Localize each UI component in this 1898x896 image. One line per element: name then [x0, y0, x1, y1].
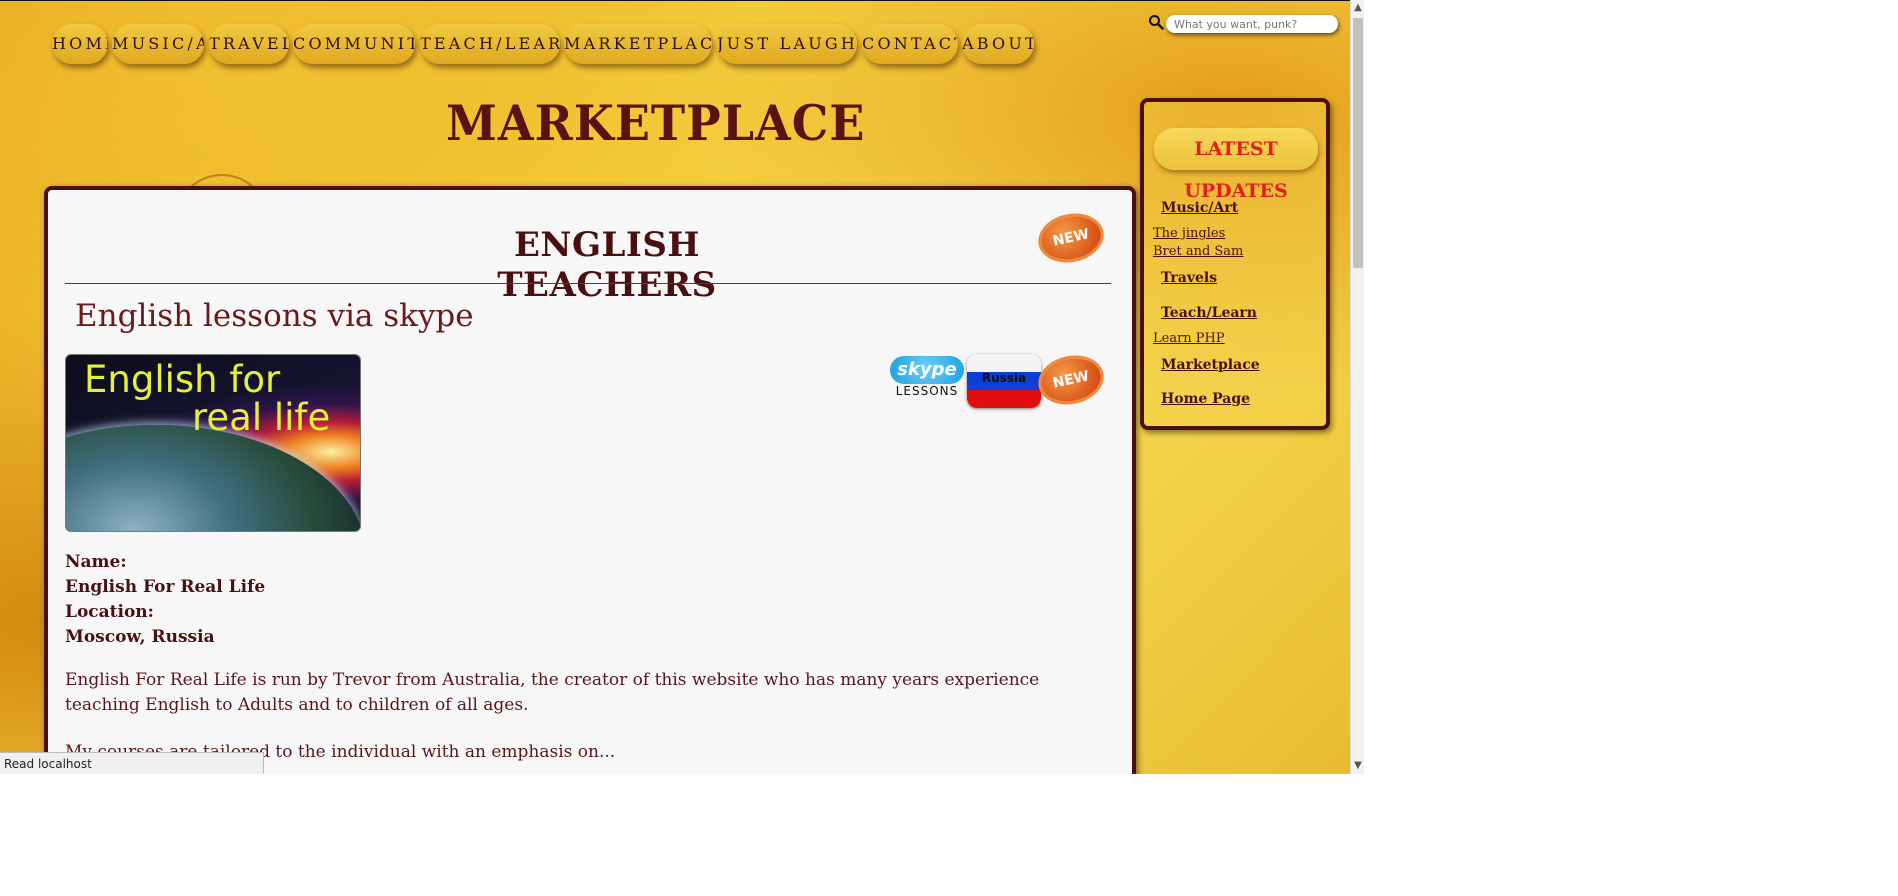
- new-badge-listing: NEW: [1037, 353, 1105, 407]
- sidebar-link-music-art[interactable]: Music/Art: [1161, 200, 1238, 216]
- sidebar-link-teach-learn[interactable]: Teach/Learn: [1161, 305, 1257, 321]
- hero-text-line2: real life: [192, 396, 331, 439]
- scroll-down-arrow-icon[interactable]: ▼: [1351, 758, 1364, 774]
- nav-contact[interactable]: CONTACT: [862, 24, 958, 64]
- scroll-up-arrow-icon[interactable]: ▲: [1351, 0, 1364, 16]
- nav-just-laughs[interactable]: JUST LAUGHS: [717, 24, 857, 64]
- section-title: ENGLISH TEACHERS: [497, 225, 717, 305]
- name-value: English For Real Life: [65, 577, 266, 597]
- browser-viewport: HOME MUSIC/ART TRAVELS COMMUNITY TEACH/L…: [0, 0, 1364, 774]
- nav-community[interactable]: COMMUNITY: [293, 24, 415, 64]
- sidebar-link-learn-php[interactable]: Learn PHP: [1153, 331, 1225, 346]
- sidebar-link-marketplace[interactable]: Marketplace: [1161, 357, 1260, 373]
- hero-text-line1: English for: [84, 358, 281, 401]
- description-paragraph: English For Real Life is run by Trevor f…: [65, 670, 1040, 715]
- english-for-real-life-image: English for real life: [65, 354, 361, 532]
- article-title: English lessons via skype: [75, 298, 474, 334]
- location-value: Moscow, Russia: [65, 627, 215, 647]
- sidebar-link-jingles[interactable]: The jingles: [1153, 226, 1225, 241]
- skype-lessons-caption: LESSONS: [895, 384, 959, 398]
- nav-music-art[interactable]: MUSIC/ART: [112, 24, 204, 64]
- sidebar-link-home-page[interactable]: Home Page: [1161, 391, 1250, 407]
- nav-teach-learn[interactable]: TEACH/LEARN: [420, 24, 560, 64]
- title-divider: [65, 283, 1111, 284]
- nav-travels[interactable]: TRAVELS: [209, 24, 289, 64]
- vertical-scrollbar[interactable]: ▲ ▼: [1350, 0, 1364, 774]
- russia-flag-label: Russia: [981, 371, 1027, 385]
- location-label: Location:: [65, 602, 154, 622]
- russia-flag-icon: Russia: [967, 354, 1041, 408]
- scrollbar-thumb[interactable]: [1353, 18, 1363, 268]
- new-badge: NEW: [1037, 211, 1105, 265]
- latest-updates-sidebar: LATEST UPDATES Music/Art The jingles Bre…: [1140, 98, 1330, 430]
- skype-brand-icon: skype: [890, 356, 964, 384]
- search-input[interactable]: [1166, 15, 1338, 33]
- window-top-border: [0, 0, 1364, 1]
- sidebar-link-bret-sam[interactable]: Bret and Sam: [1153, 244, 1243, 259]
- search-icon[interactable]: [1148, 14, 1164, 30]
- nav-home[interactable]: HOME: [52, 24, 108, 64]
- nav-marketplace[interactable]: MARKETPLACE: [564, 24, 712, 64]
- main-content-panel: ENGLISH TEACHERS NEW English lessons via…: [44, 186, 1136, 774]
- page-title: MARKETPLACE: [446, 94, 866, 152]
- name-label: Name:: [65, 552, 127, 572]
- nav-about[interactable]: ABOUT: [962, 24, 1034, 64]
- sidebar-heading: LATEST UPDATES: [1154, 128, 1318, 202]
- skype-lessons-logo: skype LESSONS: [888, 354, 966, 406]
- status-bar: Read localhost: [0, 752, 264, 774]
- sidebar-link-travels[interactable]: Travels: [1161, 270, 1217, 286]
